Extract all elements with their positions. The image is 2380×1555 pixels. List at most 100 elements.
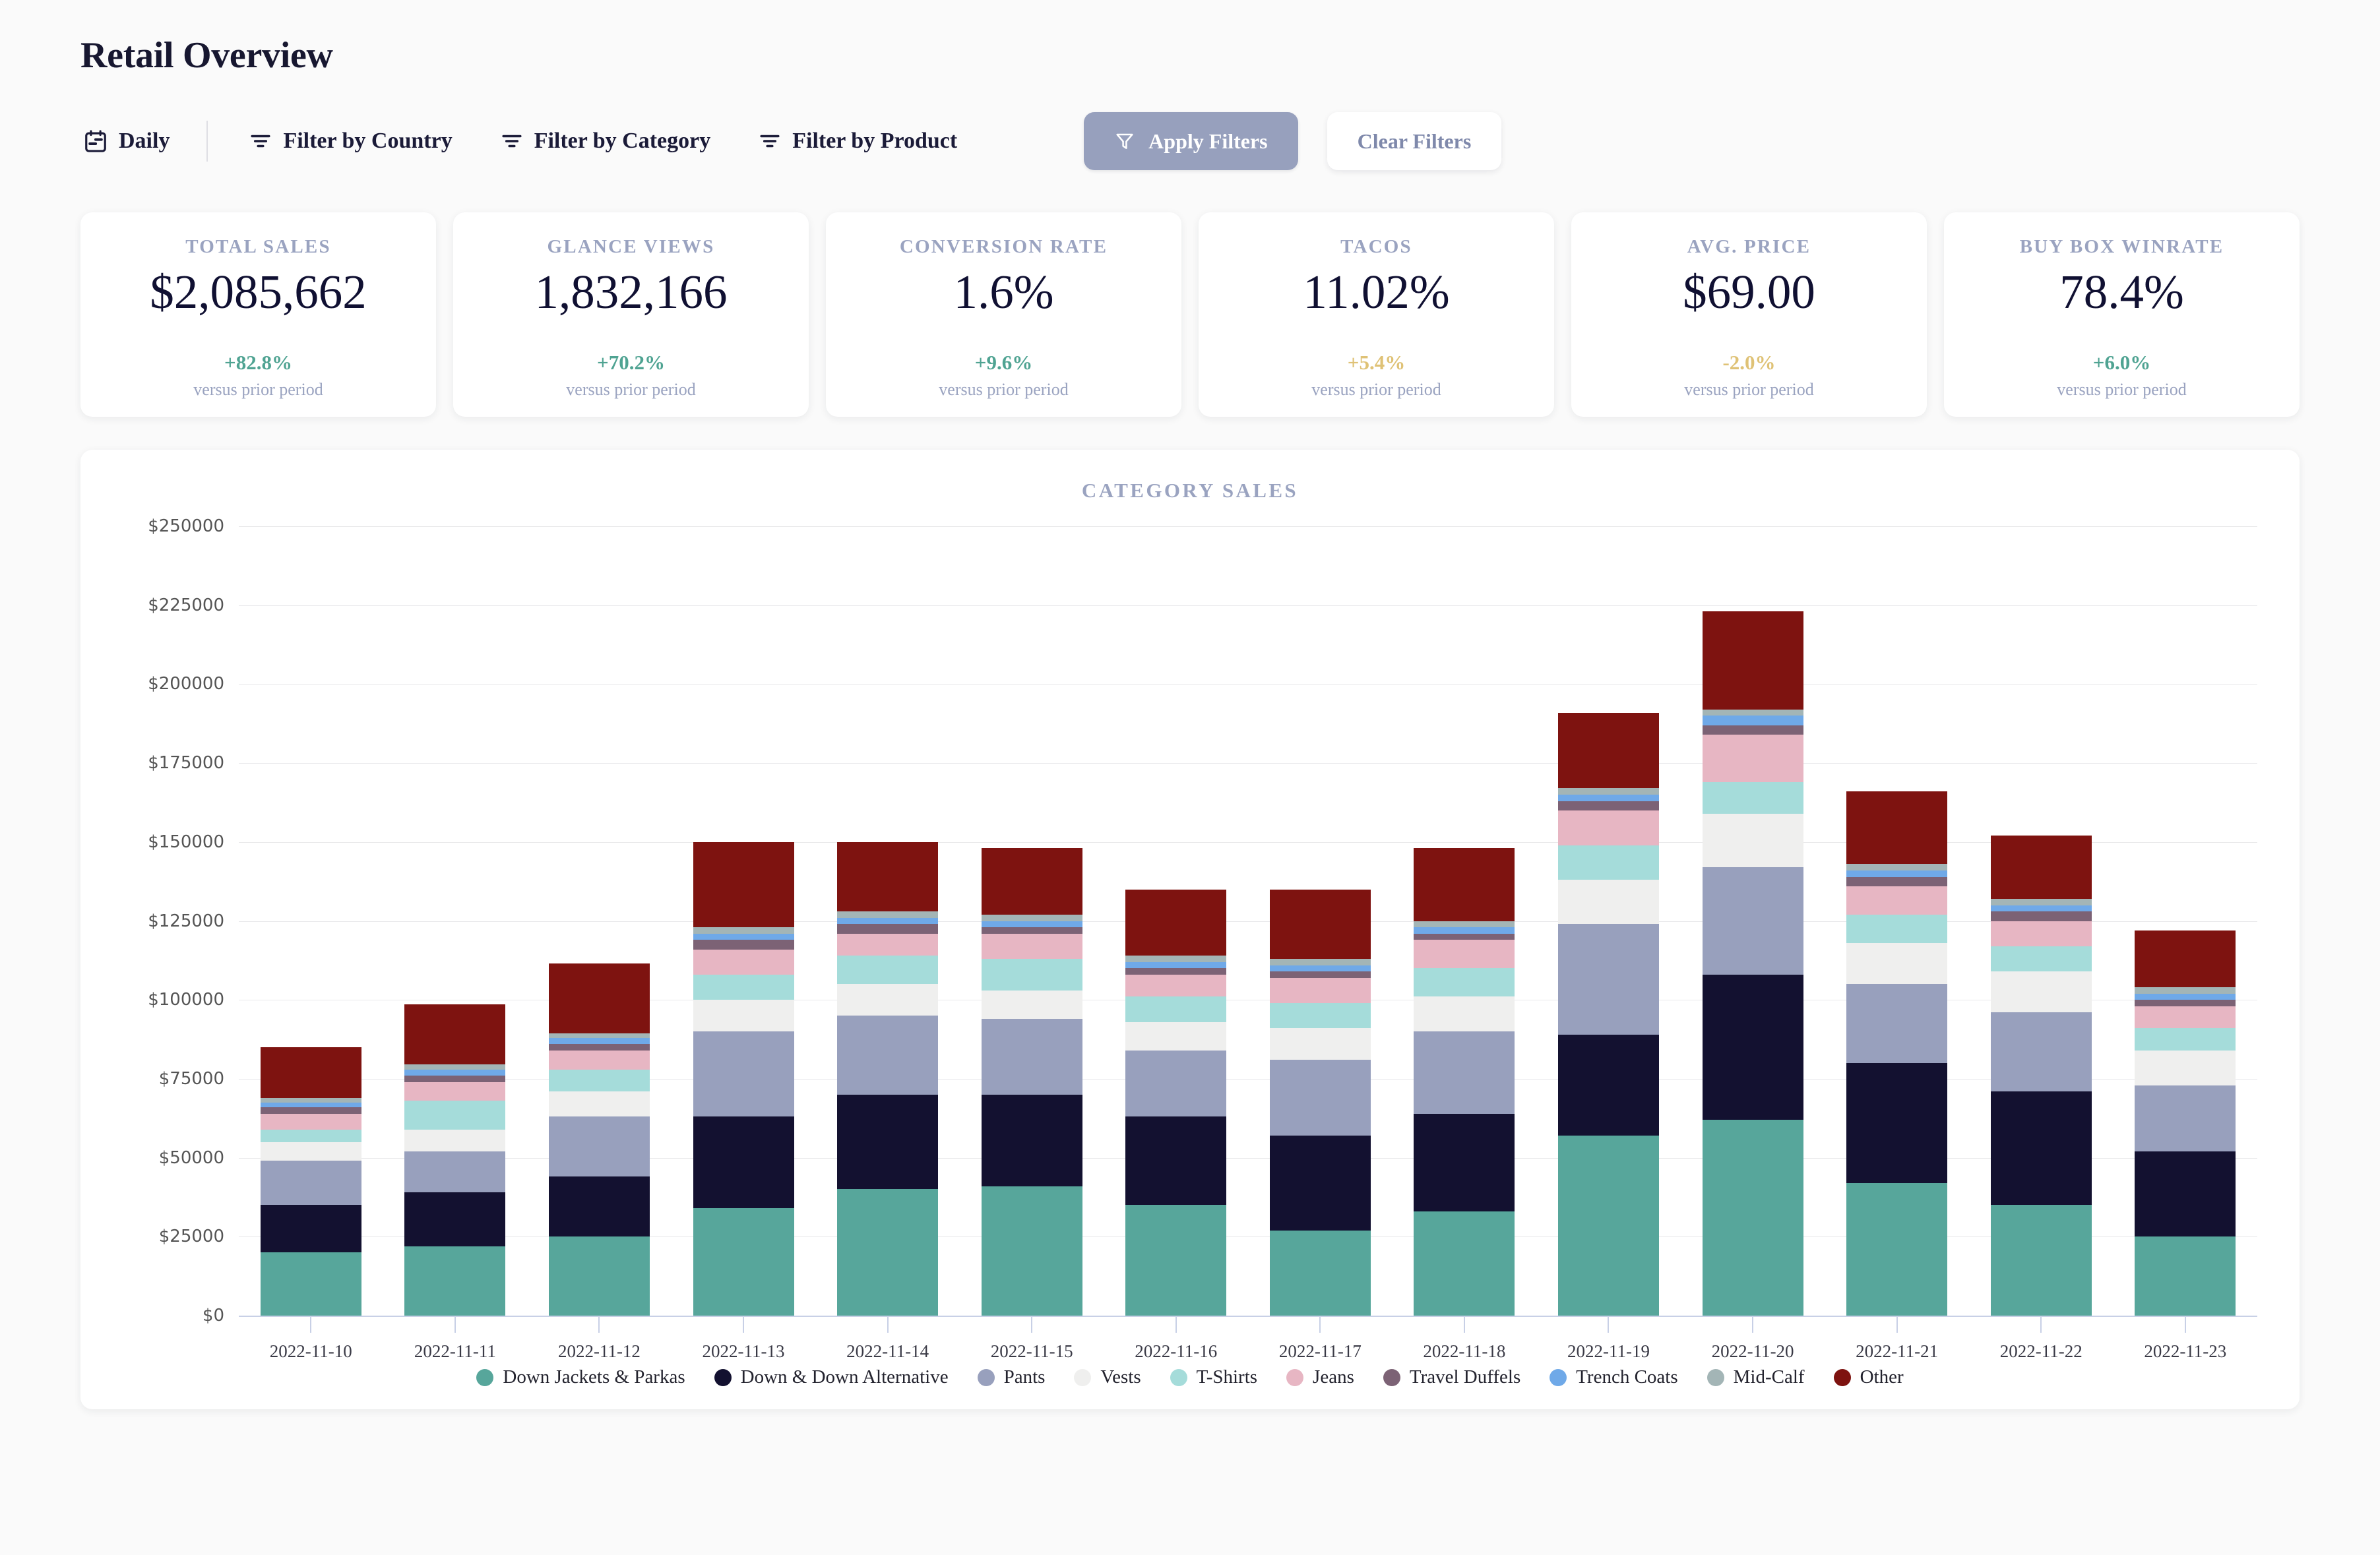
kpi-value: $69.00	[1683, 265, 1815, 319]
kpi-label: GLANCE VIEWS	[547, 236, 715, 257]
legend-item[interactable]: Other	[1833, 1366, 1904, 1388]
x-axis-tick: 2022-11-22	[1969, 1316, 2114, 1362]
y-axis-tick-label: $0	[202, 1306, 224, 1326]
kpi-card: AVG. PRICE $69.00 -2.0% versus prior period	[1571, 212, 1927, 417]
granularity-daily-selector[interactable]: Daily	[80, 120, 172, 162]
y-axis-tick-label: $75000	[158, 1068, 224, 1089]
granularity-label: Daily	[119, 129, 170, 153]
filter-by-country-label: Filter by Country	[283, 129, 453, 153]
kpi-value: 11.02%	[1303, 265, 1450, 319]
x-axis-tick-label: 2022-11-10	[269, 1341, 352, 1361]
kpi-comparison-label: versus prior period	[1311, 380, 1441, 399]
kpi-value: 1.6%	[953, 265, 1054, 319]
legend-swatch-icon	[1074, 1368, 1092, 1386]
filter-by-country-button[interactable]: Filter by Country	[246, 120, 454, 162]
x-axis-tick-label: 2022-11-18	[1423, 1341, 1506, 1361]
legend-item[interactable]: Travel Duffels	[1383, 1366, 1520, 1388]
x-axis-tick-label: 2022-11-14	[846, 1341, 929, 1361]
x-axis-tick: 2022-11-10	[239, 1316, 383, 1362]
filter-icon	[758, 129, 782, 153]
kpi-comparison-label: versus prior period	[566, 380, 696, 399]
filter-icon	[249, 129, 272, 153]
x-axis-tickmark	[598, 1316, 600, 1333]
kpi-label: CONVERSION RATE	[899, 236, 1108, 257]
x-axis-tick-label: 2022-11-16	[1135, 1341, 1218, 1361]
legend-item[interactable]: Pants	[977, 1366, 1046, 1388]
kpi-label: AVG. PRICE	[1687, 236, 1811, 257]
x-axis-tick-label: 2022-11-12	[557, 1341, 641, 1361]
filter-by-category-label: Filter by Category	[534, 129, 711, 153]
x-axis-tick-label: 2022-11-23	[2144, 1341, 2227, 1361]
x-axis-tick: 2022-11-11	[383, 1316, 528, 1362]
x-axis-tick: 2022-11-16	[1104, 1316, 1248, 1362]
x-axis-tick: 2022-11-14	[815, 1316, 960, 1362]
y-axis-tick-label: $225000	[148, 595, 224, 615]
filter-by-product-label: Filter by Product	[792, 129, 958, 153]
gridline	[239, 1157, 2257, 1159]
x-axis-tick: 2022-11-17	[1248, 1316, 1393, 1362]
legend-item[interactable]: T-Shirts	[1170, 1366, 1257, 1388]
x-axis-tick-label: 2022-11-11	[414, 1341, 496, 1361]
x-axis-tick: 2022-11-15	[960, 1316, 1104, 1362]
x-axis-tick-label: 2022-11-19	[1567, 1341, 1650, 1361]
y-axis: $250000 $225000 $200000 $175000 $150000 $1250…	[107, 516, 239, 1326]
filter-icon	[500, 129, 524, 153]
filter-by-category-button[interactable]: Filter by Category	[497, 120, 714, 162]
x-axis-tickmark	[310, 1316, 312, 1333]
chart-legend: Down Jackets & Parkas Down & Down Alterna…	[107, 1366, 2273, 1388]
x-axis-tick: 2022-11-13	[672, 1316, 816, 1362]
kpi-delta: +70.2%	[597, 351, 665, 374]
apply-filters-label: Apply Filters	[1148, 129, 1268, 153]
legend-item[interactable]: Down & Down Alternative	[714, 1366, 949, 1388]
legend-item[interactable]: Trench Coats	[1550, 1366, 1678, 1388]
legend-swatch-icon	[1550, 1368, 1567, 1386]
chart-plot-area: $250000 $225000 $200000 $175000 $150000 $1250…	[107, 516, 2273, 1361]
x-axis-tickmark	[1752, 1316, 1754, 1333]
legend-item[interactable]: Mid-Calf	[1707, 1366, 1805, 1388]
category-sales-panel: CATEGORY SALES $250000 $225000 $200000 $175…	[80, 450, 2300, 1409]
legend-label: Down & Down Alternative	[740, 1366, 949, 1387]
legend-swatch-icon	[1286, 1368, 1304, 1386]
filter-by-product-button[interactable]: Filter by Product	[755, 120, 960, 162]
legend-label: Pants	[1003, 1366, 1046, 1387]
legend-swatch-icon	[977, 1368, 995, 1386]
x-axis-tick: 2022-11-23	[2114, 1316, 2258, 1362]
legend-swatch-icon	[1383, 1368, 1400, 1386]
x-axis-tickmark	[1463, 1316, 1465, 1333]
kpi-value: 1,832,166	[534, 265, 728, 319]
dashboard-page: Retail Overview Daily Filter by Country …	[0, 0, 2380, 1555]
x-axis-tick-label: 2022-11-20	[1711, 1341, 1794, 1361]
apply-filters-button[interactable]: Apply Filters	[1084, 112, 1298, 170]
calendar-icon	[83, 129, 108, 154]
x-axis-tickmark	[1319, 1316, 1321, 1333]
legend-label: Travel Duffels	[1409, 1366, 1521, 1387]
kpi-value: $2,085,662	[150, 265, 367, 319]
gridline	[239, 763, 2257, 764]
x-axis-tick: 2022-11-20	[1681, 1316, 1825, 1362]
kpi-delta: +5.4%	[1347, 351, 1406, 374]
legend-label: Vests	[1100, 1366, 1141, 1387]
legend-label: Trench Coats	[1576, 1366, 1678, 1387]
kpi-card: TACOS 11.02% +5.4% versus prior period	[1199, 212, 1554, 417]
x-axis-tick-label: 2022-11-13	[702, 1341, 785, 1361]
gridline	[239, 921, 2257, 922]
y-axis-tick-label: $175000	[148, 753, 224, 774]
gridline	[239, 841, 2257, 843]
legend-swatch-icon	[714, 1368, 732, 1386]
legend-item[interactable]: Vests	[1074, 1366, 1141, 1388]
gridline	[239, 605, 2257, 606]
legend-item[interactable]: Jeans	[1286, 1366, 1354, 1388]
kpi-delta: +6.0%	[2092, 351, 2151, 374]
legend-item[interactable]: Down Jackets & Parkas	[476, 1366, 685, 1388]
gridline	[239, 684, 2257, 685]
x-axis: 2022-11-10 2022-11-11 2022-11-12 2022-11-13…	[239, 1316, 2257, 1362]
clear-filters-button[interactable]: Clear Filters	[1327, 112, 1502, 170]
kpi-comparison-label: versus prior period	[193, 380, 323, 399]
kpi-comparison-label: versus prior period	[1684, 380, 1814, 399]
y-axis-tick-label: $100000	[148, 990, 224, 1010]
kpi-card: GLANCE VIEWS 1,832,166 +70.2% versus prior …	[453, 212, 809, 417]
legend-swatch-icon	[1170, 1368, 1187, 1386]
clear-filters-label: Clear Filters	[1357, 129, 1472, 153]
y-axis-tick-label: $250000	[148, 516, 224, 536]
y-axis-tick-label: $125000	[148, 911, 224, 931]
